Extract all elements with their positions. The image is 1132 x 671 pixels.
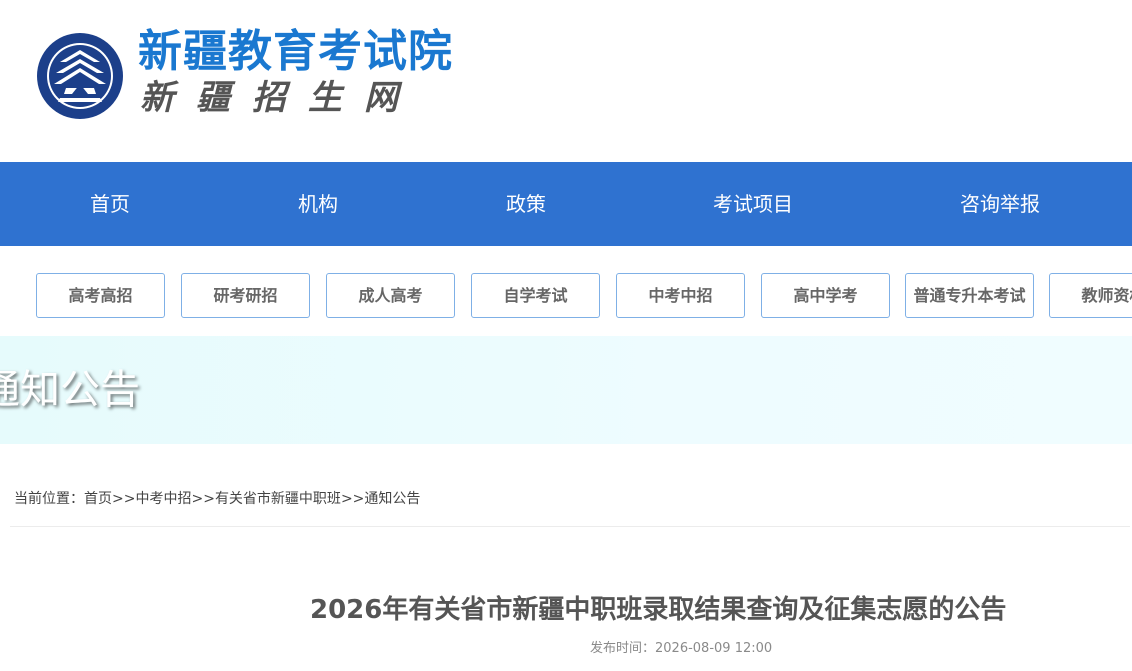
nav-item-home[interactable]: 首页 <box>90 162 130 246</box>
breadcrumb-separator: >> <box>340 491 365 507</box>
breadcrumb-xinjiang-class[interactable]: 有关省市新疆中职班 <box>215 491 341 507</box>
breadcrumb-notices[interactable]: 通知公告 <box>364 491 420 507</box>
site-name[interactable]: 新疆教育考试院 <box>138 26 453 78</box>
banner-title: 通知公告 <box>0 367 140 413</box>
nav-item-consult-report[interactable]: 咨询举报 <box>960 162 1040 246</box>
section-banner: 通知公告 <box>0 336 1132 444</box>
publish-label: 发布时间： <box>590 641 656 656</box>
category-nav: 高考高招 研考研招 成人高考 自学考试 中考中招 高中学考 普通专升本考试 教师… <box>0 246 1132 336</box>
site-subtitle: 新疆招生网 <box>140 78 420 118</box>
category-button-graduate[interactable]: 研考研招 <box>181 273 310 318</box>
site-header: 新疆教育考试院 新疆招生网 <box>0 0 1132 162</box>
breadcrumb: 当前位置：首页>>中考中招>>有关省市新疆中职班>>通知公告 <box>14 488 420 510</box>
publish-time: 2026-08-09 12:00 <box>655 641 773 656</box>
main-nav: 首页 机构 政策 考试项目 咨询举报 <box>0 162 1132 246</box>
category-button-high-school[interactable]: 高中学考 <box>761 273 890 318</box>
nav-item-exam-projects[interactable]: 考试项目 <box>713 162 793 246</box>
breadcrumb-prefix: 当前位置： <box>14 491 84 507</box>
breadcrumb-zhongkao[interactable]: 中考中招 <box>135 491 191 507</box>
category-button-zhongkao[interactable]: 中考中招 <box>616 273 745 318</box>
breadcrumb-separator: >> <box>191 491 215 507</box>
category-button-upgrade[interactable]: 普通专升本考试 <box>905 273 1034 318</box>
breadcrumb-home[interactable]: 首页 <box>84 491 112 507</box>
category-button-teacher[interactable]: 教师资格 <box>1049 273 1132 318</box>
article-title: 2026年有关省市新疆中职班录取结果查询及征集志愿的公告 <box>310 595 1007 625</box>
site-emblem-icon[interactable] <box>36 32 124 120</box>
category-button-gaokao[interactable]: 高考高招 <box>36 273 165 318</box>
category-button-adult[interactable]: 成人高考 <box>326 273 455 318</box>
category-button-self-study[interactable]: 自学考试 <box>471 273 600 318</box>
article-publish-info: 发布时间：2026-08-09 12:00 <box>590 638 772 660</box>
breadcrumb-separator: >> <box>112 491 136 507</box>
nav-item-organization[interactable]: 机构 <box>298 162 338 246</box>
breadcrumb-divider <box>10 526 1130 527</box>
nav-item-policy[interactable]: 政策 <box>506 162 546 246</box>
